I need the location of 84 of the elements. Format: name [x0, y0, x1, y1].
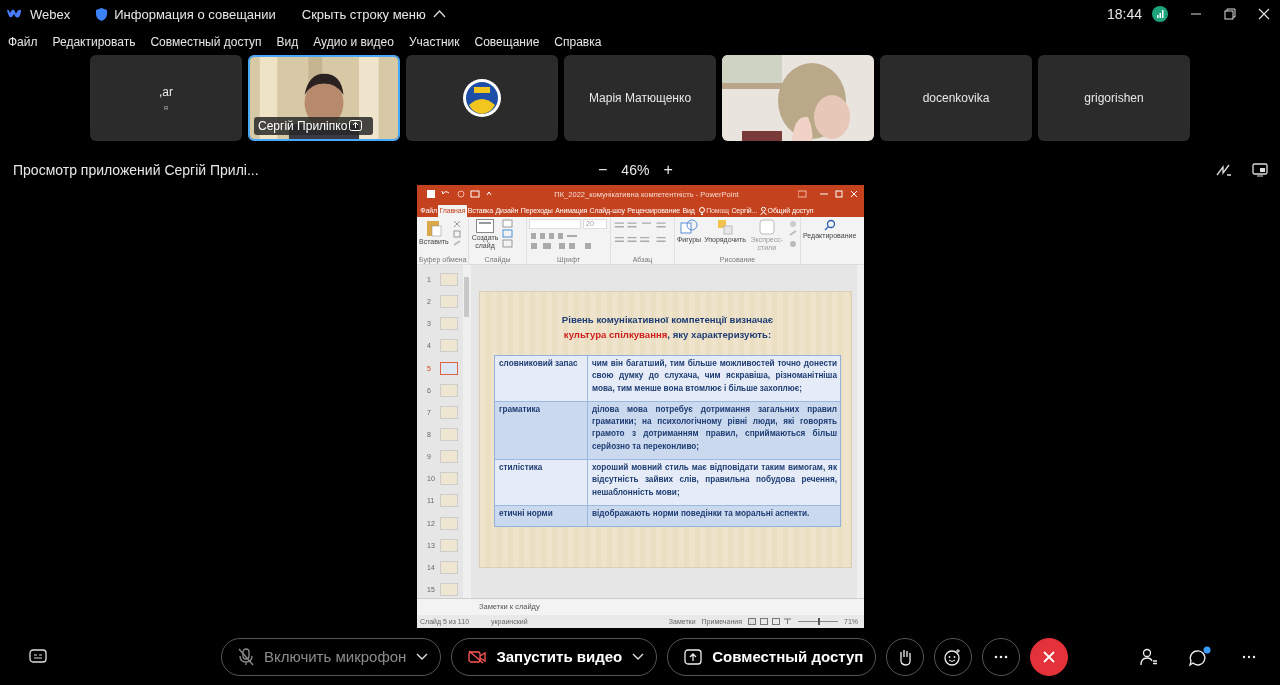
menu-item[interactable]: Вид [276, 34, 299, 49]
slide-thumbnail[interactable] [440, 295, 458, 309]
participant-tile[interactable]: docenkovika [880, 55, 1032, 141]
clock-time: 18:44 [1106, 6, 1142, 22]
more-icon[interactable] [1242, 654, 1256, 659]
share-screen-icon [684, 648, 703, 665]
participant-name: docenkovika [922, 91, 990, 105]
participant-name-label: Сергій Приліпко [254, 117, 374, 135]
cut-copy-icon[interactable] [451, 219, 462, 249]
slide-thumbnail[interactable] [440, 427, 458, 441]
menu-item[interactable]: Файл [8, 34, 38, 49]
slide-thumbnail[interactable] [440, 494, 458, 508]
table-cell: хороший мовний стиль має відповідати таким вимогам, як відсутність зайвих слів, правильна побудова речення, нешаблонність мови; [587, 460, 840, 505]
menu-item[interactable]: Совместный доступ [150, 34, 262, 49]
slide-thumbnail[interactable] [440, 339, 458, 353]
signal-icon [1152, 6, 1168, 22]
restore-icon[interactable] [1224, 8, 1236, 20]
shield-icon [96, 7, 108, 21]
app-name: Webex [30, 6, 71, 22]
zoom-out-button[interactable]: − [598, 161, 608, 179]
table-cell: відображають норми поведінки та моральні аспекти. [587, 505, 840, 527]
participant-name: Марія Матющенко [588, 91, 692, 105]
scrollbar[interactable] [463, 265, 471, 598]
search-icon [823, 219, 836, 231]
table-cell-text: етичні норми [498, 507, 554, 520]
meeting-info-button[interactable]: Информация о совещании [96, 6, 276, 22]
table-cell-text: словниковий запас [498, 358, 579, 370]
zoom-level: 46% [621, 162, 650, 178]
share-view-title: Просмотр приложений Сергій Прилі... [13, 162, 259, 178]
slide-title: Рівень комунікативної компетенції визначає культура спілкування, яку характеризують: [560, 313, 775, 342]
caret-icon [632, 652, 645, 661]
slide-thumbnail[interactable] [440, 361, 458, 375]
captions-icon[interactable] [29, 648, 47, 665]
font-name-field[interactable] [529, 219, 581, 229]
participant-subtitle: я [163, 102, 169, 112]
layout-icon[interactable] [502, 219, 514, 249]
leave-meeting-button[interactable] [1030, 637, 1069, 676]
table-cell-text: граматика [498, 403, 542, 416]
lightbulb-icon [699, 207, 706, 215]
participant-tile[interactable]: grigorishen [1038, 55, 1190, 141]
participant-tile[interactable] [406, 55, 558, 141]
hide-menu-button[interactable]: Скрыть строку меню [301, 6, 446, 22]
menu-item[interactable]: Совещание [474, 34, 540, 49]
slide-thumbnail[interactable] [440, 538, 458, 552]
participants-icon[interactable] [1140, 647, 1158, 666]
emoji-icon [944, 647, 963, 666]
slide-thumbnail[interactable] [440, 317, 458, 331]
camera-off-icon [468, 649, 487, 664]
hand-icon [897, 647, 914, 666]
menu-item[interactable]: Редактировать [52, 34, 136, 49]
window-controls-icon[interactable] [798, 190, 858, 198]
slide-thumbnail[interactable] [440, 472, 458, 486]
webex-logo-icon [6, 8, 22, 20]
slide-thumbnail[interactable] [440, 383, 458, 397]
menu-item[interactable]: Справка [554, 34, 602, 49]
participant-tile[interactable]: Марія Матющенко [564, 55, 716, 141]
participant-name: grigorishen [1084, 91, 1144, 105]
more-icon [994, 654, 1009, 659]
chat-icon[interactable] [1188, 645, 1212, 668]
view-buttons-icon[interactable] [748, 618, 792, 625]
participant-tile[interactable]: ,ar я [90, 55, 242, 141]
slide-thumbnail[interactable] [440, 516, 458, 530]
table-cell-text: стилістика [498, 462, 544, 475]
chevron-up-icon [432, 10, 446, 18]
zoom-in-button[interactable]: + [663, 161, 673, 179]
slide-thumbnail[interactable] [440, 560, 458, 574]
menu-item[interactable]: Аудио и видео [313, 34, 394, 49]
emblem-icon [463, 79, 501, 117]
slide-thumbnail[interactable] [440, 405, 458, 419]
screen-icon[interactable] [1252, 163, 1268, 177]
table-cell: чим він багатший, тим більше можливостей точно донести свою думку до слухача, чим яскравіша, різноманітніша мова, тим менше вона втомлює і більше захоплює; [587, 356, 840, 401]
slide-thumbnail[interactable] [440, 582, 458, 596]
close-icon[interactable] [1258, 8, 1270, 20]
shape-format-icon[interactable] [787, 219, 798, 249]
menu-item[interactable]: Участник [408, 34, 460, 49]
slide-thumbnail[interactable] [440, 272, 458, 286]
scrollbar[interactable] [857, 265, 864, 598]
slide-thumbnail[interactable] [440, 450, 458, 464]
caret-icon [416, 652, 429, 661]
close-icon [1042, 649, 1057, 664]
annotate-icon[interactable] [1216, 163, 1232, 177]
person-icon [759, 207, 767, 215]
participant-name: ,ar [159, 84, 173, 99]
microphone-off-icon [238, 647, 254, 666]
